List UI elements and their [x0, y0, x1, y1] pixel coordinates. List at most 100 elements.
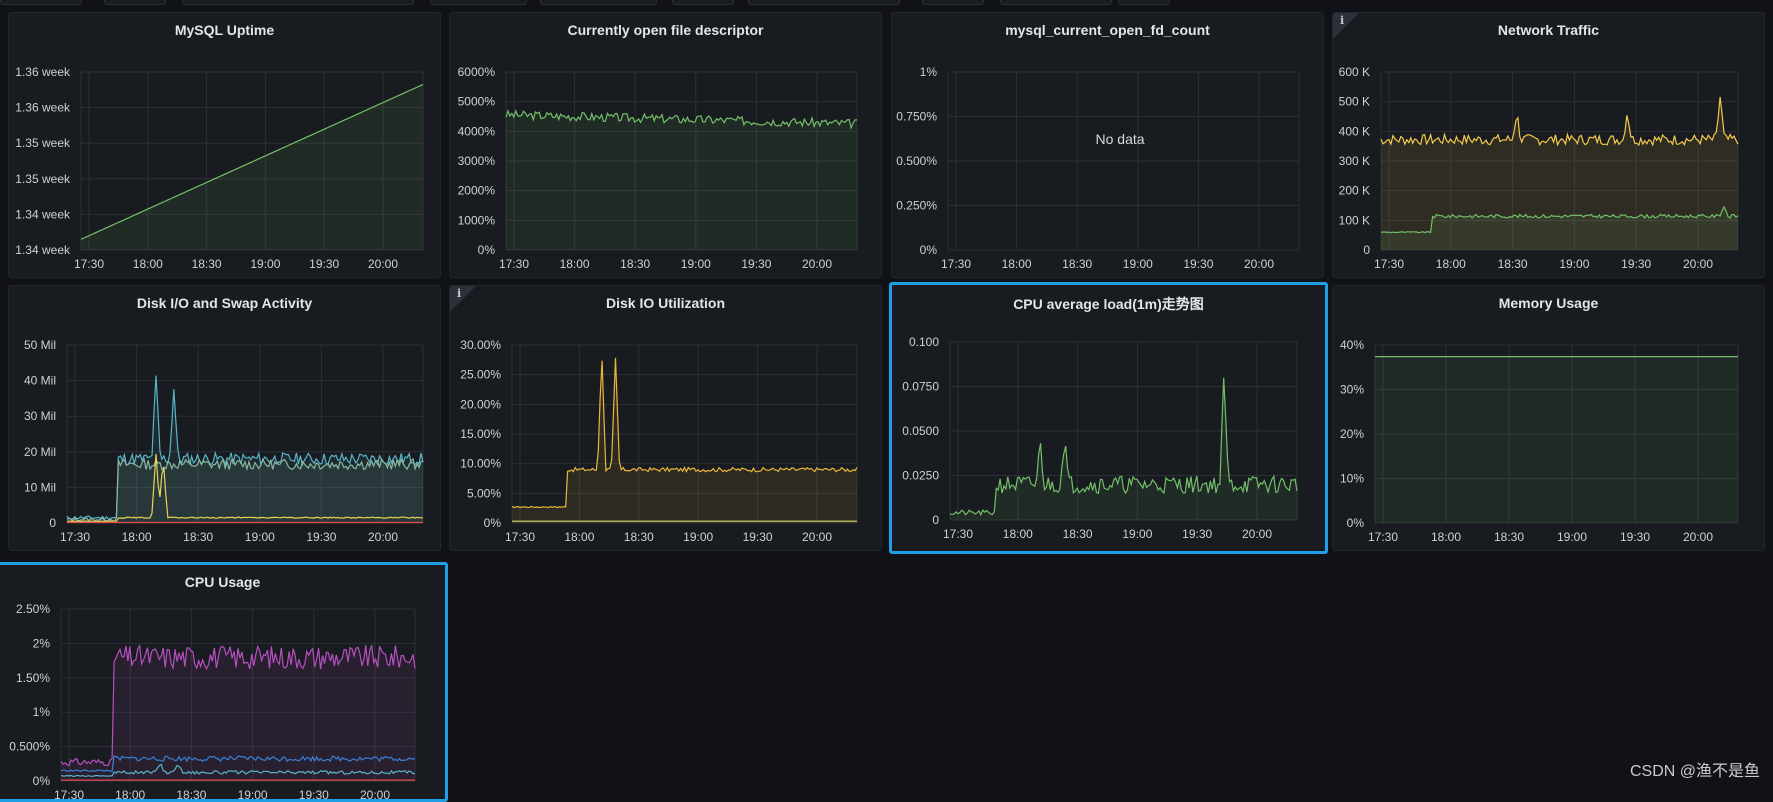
top-control[interactable] [182, 0, 414, 5]
x-tick-label: 17:30 [941, 257, 971, 271]
series-area [81, 84, 423, 250]
x-tick-label: 19:30 [1183, 257, 1213, 271]
y-tick-label: 1.36 week [15, 65, 71, 79]
top-control[interactable] [672, 0, 734, 5]
y-tick-label: 10% [1340, 472, 1364, 486]
x-tick-label: 19:00 [681, 257, 711, 271]
y-tick-label: 0.0500 [902, 424, 939, 438]
x-tick-label: 20:00 [1683, 257, 1713, 271]
y-tick-label: 5.00% [467, 486, 501, 500]
y-tick-label: 0% [33, 774, 51, 788]
top-control[interactable] [0, 0, 82, 5]
x-tick-label: 18:30 [624, 530, 654, 544]
panel-graph[interactable]: 600 K 500 K 400 K 300 K 200 K 100 K 0 17:30 18:0… [1333, 13, 1765, 278]
panel-graph[interactable]: 1.36 week 1.36 week 1.35 week 1.35 week 1.34… [9, 13, 441, 278]
panel-disk-io-utilization[interactable]: i Disk IO Utilization 30.00% 25.00% 20.00% 15… [449, 285, 882, 551]
x-tick-label: 17:30 [74, 257, 104, 271]
x-tick-label: 20:00 [360, 788, 390, 802]
x-tick-label: 19:30 [1621, 257, 1651, 271]
top-control[interactable] [430, 0, 527, 5]
x-tick-label: 19:00 [683, 530, 713, 544]
y-tick-label: 500 K [1339, 95, 1370, 109]
y-tick-label: 6000% [458, 65, 496, 79]
x-tick-label: 20:00 [1683, 530, 1713, 544]
panel-mysql-uptime[interactable]: MySQL Uptime 1.36 week 1.36 week 1.35 week 1… [8, 12, 441, 278]
y-tick-label: 3000% [458, 154, 496, 168]
panel-memory-usage[interactable]: Memory Usage 40% 30% 20% 10% 0% 17:30 18:00 18:3… [1332, 285, 1765, 551]
panel-mysql-open-fd-count[interactable]: mysql_current_open_fd_count 1% 0.750% 0.500… [891, 12, 1324, 278]
y-tick-label: 0 [932, 513, 939, 527]
y-tick-label: 10 Mil [24, 480, 56, 494]
y-tick-label: 600 K [1339, 65, 1370, 79]
y-tick-label: 0 [1363, 243, 1370, 257]
x-tick-label: 19:30 [1182, 527, 1212, 541]
x-tick-label: 17:30 [54, 788, 84, 802]
panel-graph[interactable]: 2.50% 2% 1.50% 1% 0.500% 0%17:30 18:00 18:30 19:… [0, 565, 448, 802]
top-control[interactable] [1000, 0, 1112, 5]
y-tick-label: 0% [478, 243, 496, 257]
x-tick-label: 18:00 [115, 788, 145, 802]
y-tick-label: 1.34 week [15, 207, 71, 221]
x-tick-label: 18:30 [1062, 257, 1092, 271]
panel-disk-io-swap[interactable]: Disk I/O and Swap Activity 50 Mil 40 Mil 30… [8, 285, 441, 551]
y-tick-label: 0.750% [896, 110, 937, 124]
series-line [1380, 96, 1739, 147]
x-tick-label: 18:30 [1498, 257, 1528, 271]
y-tick-label: 1% [33, 705, 51, 719]
x-tick-label: 17:30 [60, 530, 90, 544]
panel-graph[interactable]: 50 Mil 40 Mil 30 Mil 20 Mil 10 Mil 0 17:30 18:0… [9, 286, 441, 551]
x-tick-label: 19:30 [743, 530, 773, 544]
y-tick-label: 0% [484, 516, 502, 530]
dashboard-top-controls [0, 0, 1773, 6]
panel-cpu-load[interactable]: CPU average load(1m)走势图 0.100 0.0750 0.0500… [889, 282, 1328, 554]
watermark: CSDN @渔不是鱼 [1629, 763, 1760, 780]
top-control[interactable] [1118, 0, 1170, 5]
panel-graph[interactable]: 40% 30% 20% 10% 0%17:30 18:00 18:30 19:00 19:30 2… [1333, 286, 1765, 551]
y-tick-label: 0% [920, 243, 938, 257]
y-tick-label: 1.36 week [15, 101, 71, 115]
top-control[interactable] [922, 0, 984, 5]
x-tick-label: 18:30 [1063, 527, 1093, 541]
y-tick-label: 1.50% [16, 671, 50, 685]
y-tick-label: 10.00% [460, 457, 501, 471]
panel-graph[interactable]: 0.100 0.0750 0.0500 0.0250 0 17:30 18:00 18:30 1… [892, 285, 1328, 554]
series-area [506, 110, 857, 251]
x-tick-label: 18:30 [183, 530, 213, 544]
x-tick-label: 19:00 [1122, 527, 1152, 541]
top-control[interactable] [748, 0, 900, 5]
x-tick-label: 18:00 [1431, 530, 1461, 544]
x-tick-label: 19:30 [741, 257, 771, 271]
y-tick-label: 50 Mil [24, 338, 56, 352]
top-control[interactable] [540, 0, 657, 5]
x-tick-label: 19:30 [299, 788, 329, 802]
y-tick-label: 0% [1347, 516, 1365, 530]
x-tick-label: 17:30 [943, 527, 973, 541]
x-tick-label: 17:30 [1368, 530, 1398, 544]
y-tick-label: 5000% [458, 95, 496, 109]
x-tick-label: 17:30 [1374, 257, 1404, 271]
x-tick-label: 18:00 [122, 530, 152, 544]
y-tick-label: 2% [33, 636, 51, 650]
y-tick-label: 2000% [458, 184, 496, 198]
panel-graph[interactable]: 6000% 5000% 4000% 3000% 2000% 1000% 0%17:30 18:… [450, 13, 882, 278]
x-tick-label: 20:00 [1244, 257, 1274, 271]
y-tick-label: 200 K [1339, 184, 1370, 198]
y-tick-label: 0.250% [896, 199, 937, 213]
y-tick-label: 1.35 week [15, 136, 71, 150]
y-tick-label: 25.00% [460, 368, 501, 382]
y-tick-label: 100 K [1339, 213, 1370, 227]
panel-graph[interactable]: 30.00% 25.00% 20.00% 15.00% 10.00% 5.00% 0%17:… [450, 286, 882, 551]
panel-network-traffic[interactable]: i Network Traffic 600 K 500 K 400 K 300 K 200 … [1332, 12, 1765, 278]
x-tick-label: 18:00 [560, 257, 590, 271]
x-tick-label: 18:00 [1003, 527, 1033, 541]
top-control[interactable] [104, 0, 166, 5]
no-data-message: No data [1095, 131, 1145, 147]
y-tick-label: 1000% [458, 213, 496, 227]
x-tick-label: 19:00 [245, 530, 275, 544]
y-tick-label: 300 K [1339, 154, 1370, 168]
panel-open-file-descriptor[interactable]: Currently open file descriptor 6000% 5000%… [449, 12, 882, 278]
series-area [1375, 356, 1738, 523]
panel-cpu-usage[interactable]: CPU Usage 2.50% 2% 1.50% 1% 0.500% 0% 17:30 18:0… [0, 562, 448, 802]
y-tick-label: 40 Mil [24, 374, 56, 388]
x-tick-label: 20:00 [802, 257, 832, 271]
